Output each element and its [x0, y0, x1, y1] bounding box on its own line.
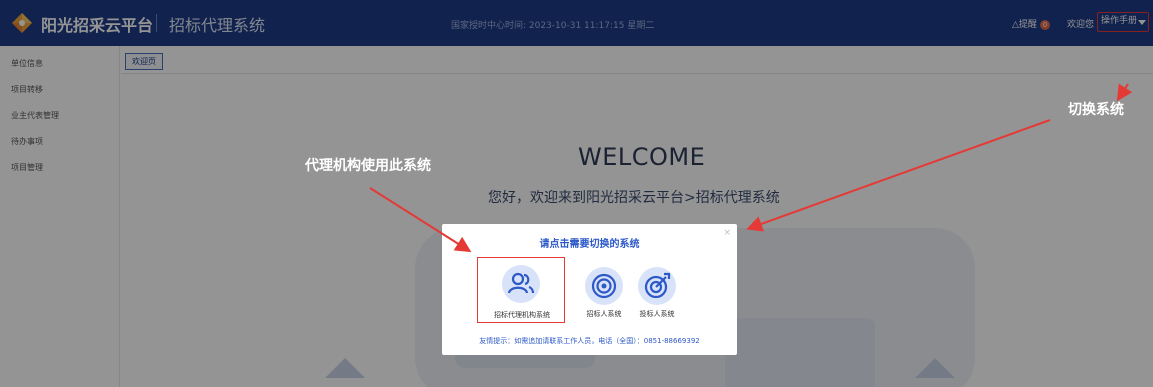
option-label: 投标人系统	[639, 310, 675, 318]
close-icon[interactable]: ×	[723, 228, 731, 238]
annotation-switch-system: 切换系统	[1068, 102, 1124, 118]
target-icon	[585, 267, 623, 305]
system-switch-modal: 请点击需要切换的系统 × 招标代理机构系统 招标人系统 投标人系统 友情提示：如…	[442, 224, 737, 355]
modal-tip: 友情提示：如需追加请联系工作人员，电话（全国）：0851-88669392	[479, 337, 700, 345]
target-arrow-icon	[638, 267, 676, 305]
annotation-agency-hint: 代理机构使用此系统	[305, 158, 431, 174]
option-label: 招标代理机构系统	[494, 311, 550, 319]
users-icon	[502, 265, 540, 303]
option-bidder-system[interactable]: 投标人系统	[627, 261, 687, 323]
option-agency-system[interactable]: 招标代理机构系统	[477, 257, 565, 323]
modal-title: 请点击需要切换的系统	[539, 239, 640, 250]
